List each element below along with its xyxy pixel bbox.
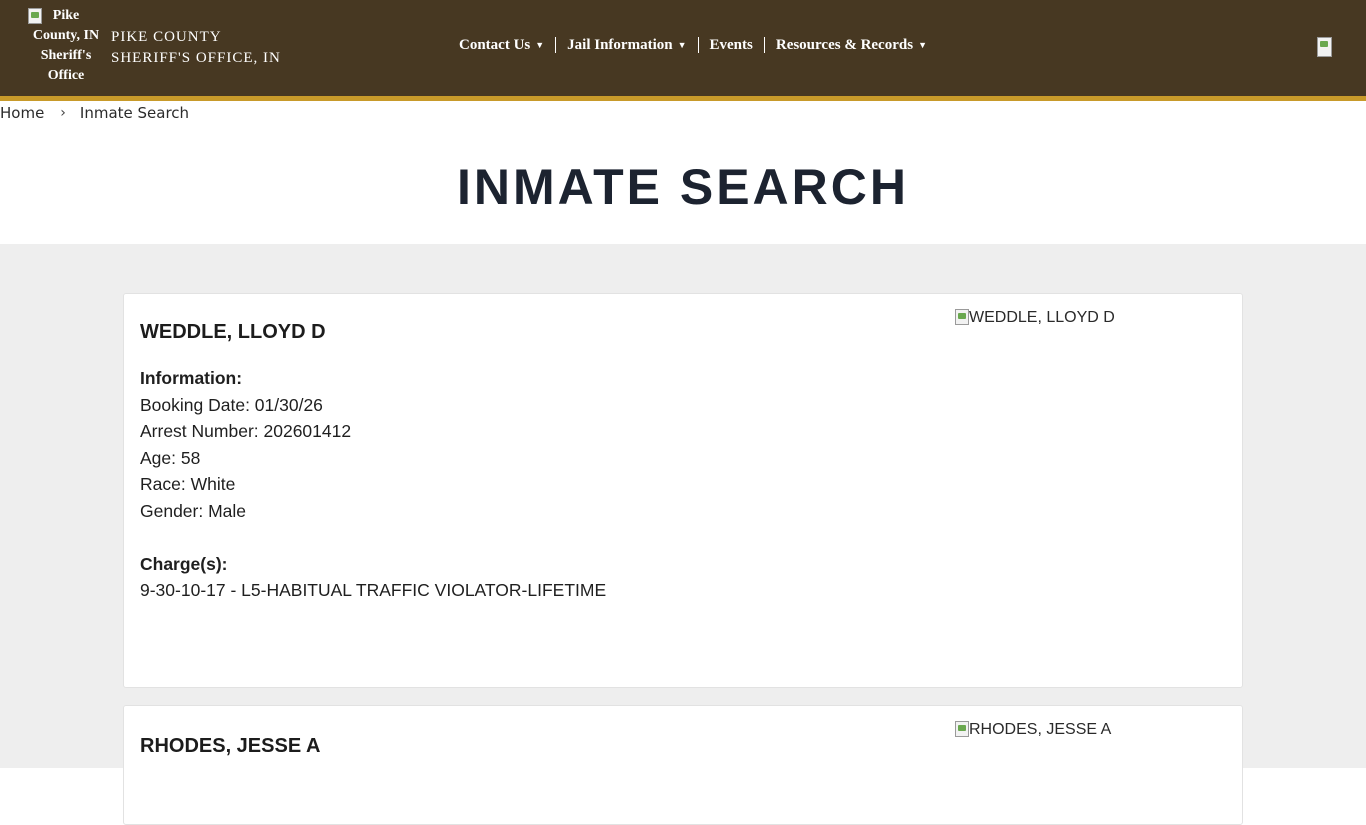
nav-label: Jail Information xyxy=(567,36,673,53)
photo-alt-text: WEDDLE, LLOYD D xyxy=(969,309,1115,326)
main-nav: Contact Us ▼ Jail Information ▼ Events R… xyxy=(448,33,938,57)
nav-jail-information[interactable]: Jail Information ▼ xyxy=(555,37,697,53)
breadcrumb-current: Inmate Search xyxy=(79,104,190,122)
site-header: Pike County, IN Sheriff's Office PIKE CO… xyxy=(0,0,1366,101)
nav-label: Contact Us xyxy=(459,36,531,53)
site-name-line1: PIKE COUNTY xyxy=(111,29,222,45)
nav-label: Events xyxy=(709,36,753,53)
breadcrumb: Home › Inmate Search xyxy=(0,103,189,123)
nav-resources-records[interactable]: Resources & Records ▼ xyxy=(763,36,938,53)
site-name-line2: SHERIFF'S OFFICE, IN xyxy=(111,50,281,66)
inmate-photo[interactable]: WEDDLE, LLOYD D xyxy=(955,309,1115,327)
inmate-gender: Gender: Male xyxy=(140,500,247,521)
broken-image-icon xyxy=(955,309,969,325)
caret-down-icon: ▼ xyxy=(677,40,687,50)
inmate-age: Age: 58 xyxy=(140,447,201,468)
results-area: WEDDLE, LLOYD D Information: Booking Dat… xyxy=(0,244,1366,825)
inmate-details: Information: Booking Date: 01/30/26 Arre… xyxy=(140,365,606,604)
breadcrumb-home[interactable]: Home xyxy=(0,104,44,122)
logo-alt-text: Pike County, IN Sheriff's Office xyxy=(32,8,100,83)
site-logo[interactable]: Pike County, IN Sheriff's Office xyxy=(28,6,104,90)
nav-label: Resources & Records xyxy=(775,36,914,53)
inmate-card: WEDDLE, LLOYD D Information: Booking Dat… xyxy=(123,293,1243,688)
charges-heading: Charge(s): xyxy=(140,553,228,574)
caret-down-icon: ▼ xyxy=(918,40,927,50)
page-title: INMATE SEARCH xyxy=(457,159,909,215)
breadcrumb-separator: › xyxy=(60,105,66,121)
information-heading: Information: xyxy=(140,368,243,388)
broken-image-icon xyxy=(28,8,42,24)
nav-contact-us[interactable]: Contact Us ▼ xyxy=(448,37,555,53)
inmate-race: Race: White xyxy=(140,474,236,494)
inmate-name[interactable]: WEDDLE, LLOYD D xyxy=(140,321,326,344)
photo-alt-text: RHODES, JESSE A xyxy=(969,721,1112,738)
header-broken-image[interactable] xyxy=(1317,37,1332,57)
inmate-name[interactable]: RHODES, JESSE A xyxy=(140,735,320,758)
charge-item: 9-30-10-17 - L5-HABITUAL TRAFFIC VIOLATO… xyxy=(140,580,607,600)
broken-image-icon xyxy=(1317,37,1332,57)
nav-events[interactable]: Events xyxy=(697,36,764,53)
caret-down-icon: ▼ xyxy=(535,40,545,50)
site-name[interactable]: PIKE COUNTY SHERIFF'S OFFICE, IN xyxy=(111,27,311,69)
inmate-card: RHODES, JESSE A RHODES, JESSE A xyxy=(123,705,1243,825)
broken-image-icon xyxy=(955,721,969,737)
inmate-photo[interactable]: RHODES, JESSE A xyxy=(955,721,1111,739)
arrest-number: Arrest Number: 202601412 xyxy=(140,421,352,441)
booking-date: Booking Date: 01/30/26 xyxy=(140,394,323,415)
